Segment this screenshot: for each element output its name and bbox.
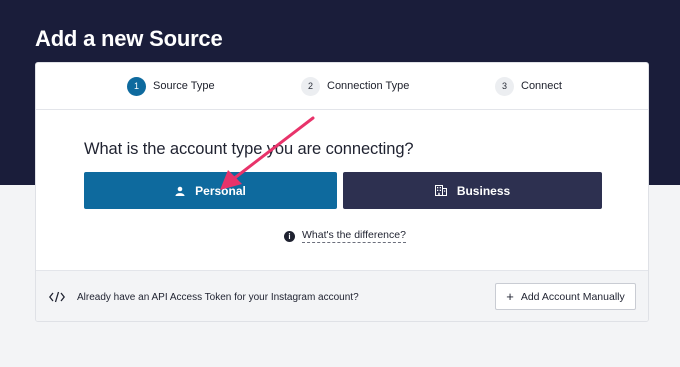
step-source-type[interactable]: 1 Source Type xyxy=(127,76,215,96)
personal-label: Personal xyxy=(195,183,246,198)
personal-account-button[interactable]: Personal xyxy=(84,172,337,209)
code-icon xyxy=(48,290,66,308)
step-number: 1 xyxy=(127,76,146,96)
plus-icon: + xyxy=(506,289,514,304)
page-title: Add a new Source xyxy=(35,26,223,51)
business-account-button[interactable]: Business xyxy=(343,172,602,209)
api-token-text: Already have an API Access Token for you… xyxy=(77,292,359,303)
api-token-footer: Already have an API Access Token for you… xyxy=(36,270,648,321)
add-account-manually-button[interactable]: + Add Account Manually xyxy=(495,283,636,310)
step-number: 3 xyxy=(495,76,514,96)
step-number: 2 xyxy=(301,76,320,96)
info-icon: i xyxy=(284,230,295,242)
step-label: Connect xyxy=(521,80,562,92)
difference-link-text: What's the difference? xyxy=(302,229,406,243)
person-icon xyxy=(175,186,185,196)
stepper: 1 Source Type 2 Connection Type 3 Connec… xyxy=(36,63,648,110)
whats-the-difference-link[interactable]: i What's the difference? xyxy=(284,229,406,243)
building-icon xyxy=(434,185,447,196)
account-type-question: What is the account type you are connect… xyxy=(84,140,414,158)
step-connect[interactable]: 3 Connect xyxy=(495,76,562,96)
business-label: Business xyxy=(456,183,511,198)
step-label: Connection Type xyxy=(327,80,410,92)
step-connection-type[interactable]: 2 Connection Type xyxy=(301,76,409,96)
add-account-manually-label: Add Account Manually xyxy=(520,290,625,303)
source-wizard-card: 1 Source Type 2 Connection Type 3 Connec… xyxy=(35,62,649,322)
step-label: Source Type xyxy=(153,80,215,92)
